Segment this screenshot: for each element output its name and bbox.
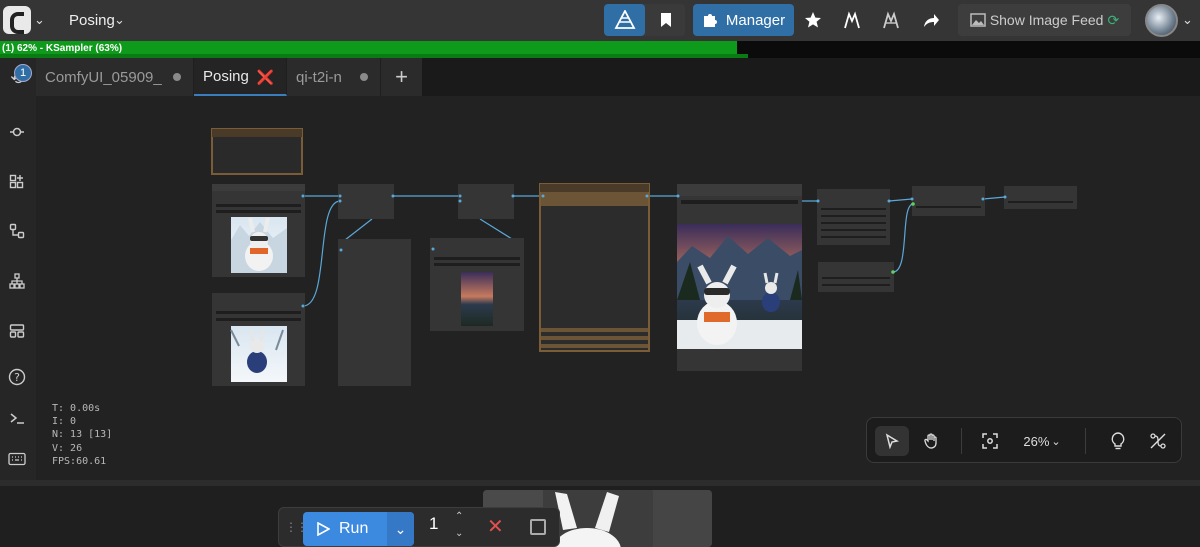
select-tool-icon[interactable] [875, 426, 909, 456]
canvas-toolbar: 26% ⌄ [866, 417, 1182, 463]
hat-icon[interactable] [838, 4, 866, 36]
chevron-down-icon[interactable]: ⌄ [114, 12, 125, 28]
tab-posing[interactable]: Posing ❌ [194, 58, 287, 96]
chevron-down-icon[interactable]: ⌄ [34, 12, 45, 28]
stat-nodes: N: 13 [13] [52, 429, 113, 441]
tab-label: ComfyUI_05909_ [45, 68, 162, 86]
puzzle-icon [703, 14, 717, 27]
model-library-icon[interactable] [6, 171, 28, 193]
templates-icon[interactable] [6, 320, 28, 342]
increment-icon[interactable]: ⌃ [455, 511, 463, 522]
node[interactable] [912, 186, 985, 216]
lightbulb-icon[interactable] [1103, 426, 1133, 456]
manager-button[interactable]: Manager [693, 4, 794, 36]
hand-tool-icon[interactable] [915, 426, 949, 456]
stat-i: I: 0 [52, 416, 77, 428]
preview-thumbnail [461, 272, 493, 326]
chevron-down-icon: ⌄ [1051, 435, 1061, 448]
clear-queue-icon[interactable] [530, 519, 546, 535]
decrement-icon[interactable]: ⌄ [455, 528, 463, 539]
tab-label: qi-t2i-n [296, 68, 342, 86]
top-menu-bar: ⌄ Posing ⌄ Manager Show Image Feed ⟳ ⌄ [0, 0, 1200, 41]
hat-outline-icon[interactable] [877, 4, 905, 36]
fit-view-icon[interactable] [973, 426, 1007, 456]
stat-fps: FPS:60.61 [52, 455, 107, 467]
star-icon[interactable] [800, 4, 826, 36]
node[interactable] [338, 184, 394, 219]
cancel-run-icon[interactable]: ✕ [487, 514, 504, 539]
comfy-logo-icon[interactable] [3, 6, 31, 34]
execution-progress-bar: (1) 62% - KSampler (63%) [0, 41, 1200, 58]
tab-label: Posing [203, 67, 249, 85]
run-button[interactable]: Run ⌄ [303, 512, 414, 546]
group-node[interactable] [539, 183, 650, 352]
batch-count-input[interactable]: 1 [429, 514, 438, 534]
unsaved-dot-icon [173, 73, 181, 81]
run-mode-chevron-icon[interactable]: ⌄ [387, 512, 414, 546]
svg-text:?: ? [14, 371, 20, 384]
node[interactable] [338, 239, 411, 386]
zoom-level-dropdown[interactable]: 26% ⌄ [1019, 426, 1065, 456]
chevron-down-icon[interactable]: ⌄ [1182, 12, 1193, 28]
workflow-tabs: ComfyUI_05909_ Posing ❌ qi-t2i-n + [36, 58, 422, 96]
node-map-icon[interactable] [6, 270, 28, 292]
run-toolbar: ⋮⋮ Run ⌄ 1 ⌃ ⌄ ✕ [278, 507, 560, 547]
keyboard-icon[interactable] [6, 448, 28, 470]
help-icon[interactable]: ? [6, 366, 28, 388]
show-image-feed-button[interactable]: Show Image Feed ⟳ [958, 4, 1131, 36]
node[interactable] [1004, 186, 1077, 209]
unsaved-dot-icon [360, 73, 368, 81]
workflows-icon[interactable] [6, 220, 28, 242]
stat-v: V: 26 [52, 442, 83, 454]
tab-comfyui-05909[interactable]: ComfyUI_05909_ [36, 58, 194, 96]
queue-badge: 1 [14, 64, 32, 82]
refresh-icon: ⟳ [1107, 11, 1120, 28]
sidebar: ⟲ 1 ? [0, 58, 36, 480]
zoom-level: 26% [1023, 433, 1050, 449]
feed-label: Show Image Feed [989, 12, 1104, 28]
bookmark-icon[interactable] [648, 4, 683, 36]
run-label: Run [339, 520, 369, 537]
progress-text: (1) 62% - KSampler (63%) [2, 43, 123, 54]
workflow-menu[interactable]: Posing [69, 12, 115, 29]
brush-tool-icon[interactable] [604, 4, 645, 36]
node-library-icon[interactable] [6, 121, 28, 143]
play-icon [317, 522, 330, 536]
stat-time: T: 0.00s [52, 403, 101, 414]
hide-links-icon[interactable] [1143, 426, 1173, 456]
image-icon [970, 13, 986, 27]
user-avatar[interactable] [1145, 4, 1178, 37]
manager-label: Manager [725, 11, 786, 29]
new-tab-button[interactable]: + [381, 58, 422, 96]
close-tab-icon[interactable]: ❌ [257, 69, 274, 86]
share-icon[interactable] [917, 4, 945, 36]
node[interactable] [458, 184, 514, 219]
terminal-icon[interactable] [6, 407, 28, 429]
render-stats: T: 0.00s I: 0 N: 13 [13] V: 26 FPS:60.61 [52, 402, 112, 468]
tab-qi-t2i-n[interactable]: qi-t2i-n [287, 58, 381, 96]
